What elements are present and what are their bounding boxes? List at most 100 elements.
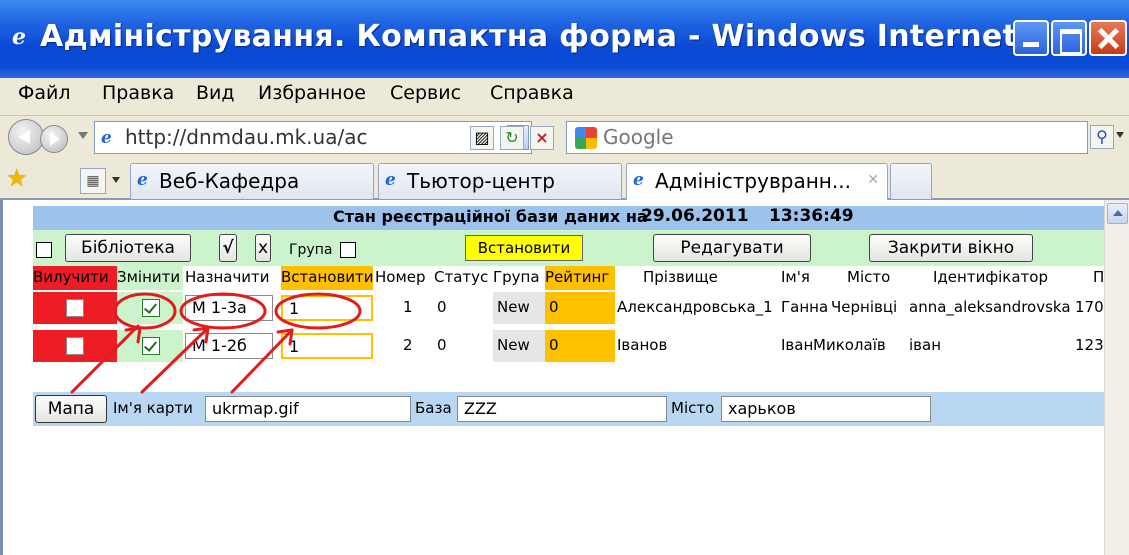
- delete-cell: [33, 330, 117, 362]
- base-input[interactable]: ZZZ: [457, 396, 667, 422]
- change-checkbox[interactable]: [142, 299, 160, 317]
- map-name-input[interactable]: ukrmap.gif: [205, 396, 411, 422]
- delete-cell: [33, 292, 117, 324]
- uncheck-all-button[interactable]: x: [255, 234, 271, 262]
- identifier-cell: іван: [909, 336, 942, 354]
- rating-cell: 0: [545, 330, 615, 362]
- control-row: Бібліотека √ x Група Встановити Редагува…: [33, 230, 1107, 266]
- status-cell: 0: [437, 336, 447, 354]
- menu-help[interactable]: Справка: [490, 82, 574, 104]
- header-number: Номер: [375, 268, 426, 286]
- change-checkbox[interactable]: [142, 337, 160, 355]
- menu-file[interactable]: Файл: [18, 82, 71, 104]
- set-button[interactable]: Встановити: [465, 235, 583, 261]
- city-cell: Чернівці: [831, 298, 898, 316]
- tab-close-icon[interactable]: ✕: [867, 172, 879, 188]
- header-set: Встановити: [281, 266, 374, 290]
- set-input[interactable]: 1: [281, 333, 373, 359]
- header-city: Місто: [847, 268, 891, 286]
- page-content: Стан реєстраційної бази даних на 29.06.2…: [0, 200, 1129, 555]
- map-button[interactable]: Мапа: [35, 395, 107, 423]
- quick-tabs-icon[interactable]: ▦: [80, 168, 106, 194]
- menu-edit[interactable]: Правка: [102, 82, 174, 104]
- header-change: Змінити: [117, 266, 183, 290]
- city-cell: Миколаїв: [813, 336, 886, 354]
- assign-input[interactable]: М 1-3а: [185, 295, 273, 321]
- group-checkbox[interactable]: [340, 242, 356, 258]
- edit-button[interactable]: Редагувати: [653, 234, 811, 262]
- header-surname: Прізвище: [643, 268, 718, 286]
- status-label: Стан реєстраційної бази даних на: [333, 207, 648, 226]
- search-options-icon[interactable]: [1116, 132, 1124, 138]
- search-placeholder: Google: [603, 125, 674, 149]
- assign-input[interactable]: М 1-2б: [185, 333, 273, 359]
- city-label: Місто: [671, 399, 715, 417]
- google-icon: [575, 127, 597, 149]
- search-input[interactable]: Google: [566, 121, 1088, 154]
- ie-logo-icon: e: [12, 24, 26, 50]
- status-cell: 0: [437, 298, 447, 316]
- address-bar: e http://dnmdau.mk.ua/ac ▨ ↻ × Google ⚲: [0, 116, 1129, 160]
- surname-cell: Іванов: [617, 336, 668, 354]
- delete-checkbox[interactable]: [66, 299, 84, 317]
- city-input[interactable]: харьков: [721, 396, 931, 422]
- group-cell: New: [493, 292, 545, 324]
- menu-favorites[interactable]: Избранное: [258, 82, 366, 104]
- close-window-button[interactable]: [1089, 20, 1127, 56]
- set-input[interactable]: 1: [281, 295, 373, 321]
- status-date: 29.06.2011: [641, 206, 749, 226]
- search-button[interactable]: ⚲: [1090, 125, 1114, 149]
- header-assign: Назначити: [185, 268, 270, 286]
- tab-tutor-center[interactable]: e Тьютор-центр: [378, 163, 622, 199]
- new-tab-button[interactable]: [890, 163, 932, 199]
- base-label: База: [415, 399, 452, 417]
- tab-label: Веб-Кафедра: [159, 169, 300, 193]
- map-name-label: Ім'я карти: [113, 399, 193, 417]
- extra-cell: 123: [1075, 336, 1104, 354]
- maximize-button[interactable]: [1051, 20, 1087, 56]
- tab-veb-kafedra[interactable]: e Веб-Кафедра: [130, 163, 374, 199]
- status-row: Стан реєстраційної бази даних на 29.06.2…: [33, 206, 1107, 230]
- history-dropdown-icon[interactable]: [78, 132, 88, 139]
- minimize-button[interactable]: [1013, 20, 1049, 56]
- menu-tools[interactable]: Сервис: [390, 82, 461, 104]
- compatibility-icon[interactable]: ▨: [470, 126, 494, 150]
- forward-button[interactable]: [40, 125, 68, 153]
- url-field[interactable]: e http://dnmdau.mk.ua/ac: [94, 121, 532, 154]
- title-bar: e Адміністрування. Компактна форма - Win…: [0, 0, 1129, 78]
- back-button[interactable]: [8, 119, 44, 155]
- surname-cell: Александровська_1: [617, 298, 773, 316]
- map-row: Мапа Ім'я карти ukrmap.gif База ZZZ Міст…: [33, 392, 1107, 426]
- close-window-page-button[interactable]: Закрити вікно: [869, 234, 1033, 262]
- header-delete: Вилучити: [33, 266, 117, 290]
- identifier-cell: anna_aleksandrovska: [909, 298, 1071, 316]
- library-button[interactable]: Бібліотека: [65, 234, 191, 262]
- table-row: М 1-3а 1 1 0 New 0 Александровська_1 Ган…: [33, 292, 1107, 324]
- header-name: Ім'я: [781, 268, 810, 286]
- tab-ie-icon: e: [137, 170, 148, 190]
- tab-ie-icon: e: [385, 170, 396, 190]
- status-time: 13:36:49: [769, 206, 854, 226]
- tab-ie-icon: e: [633, 170, 644, 190]
- header-group: Група: [493, 268, 540, 286]
- select-all-checkbox[interactable]: [36, 242, 52, 258]
- tab-administration[interactable]: e Адмініструвранн... ✕: [626, 163, 888, 201]
- check-all-button[interactable]: √: [219, 234, 237, 262]
- vertical-scrollbar[interactable]: [1104, 200, 1129, 555]
- menu-view[interactable]: Вид: [196, 82, 235, 104]
- refresh-icon[interactable]: ↻: [500, 126, 524, 150]
- favorites-star-icon[interactable]: ★: [6, 166, 28, 190]
- number-cell: 1: [403, 298, 413, 316]
- stop-icon[interactable]: ×: [530, 126, 554, 150]
- scroll-up-button[interactable]: [1107, 203, 1128, 224]
- menu-bar: Файл Правка Вид Избранное Сервис Справка: [0, 78, 1129, 116]
- group-cell: New: [493, 330, 545, 362]
- table-row: М 1-2б 1 2 0 New 0 Іванов Іван Миколаїв …: [33, 330, 1107, 362]
- tab-label: Тьютор-центр: [407, 169, 555, 193]
- number-cell: 2: [403, 336, 413, 354]
- name-cell: Ганна: [781, 298, 829, 316]
- delete-checkbox[interactable]: [66, 337, 84, 355]
- extra-cell: 170: [1075, 298, 1104, 316]
- tab-list-dropdown-icon[interactable]: [112, 177, 120, 183]
- rating-cell: 0: [545, 292, 615, 324]
